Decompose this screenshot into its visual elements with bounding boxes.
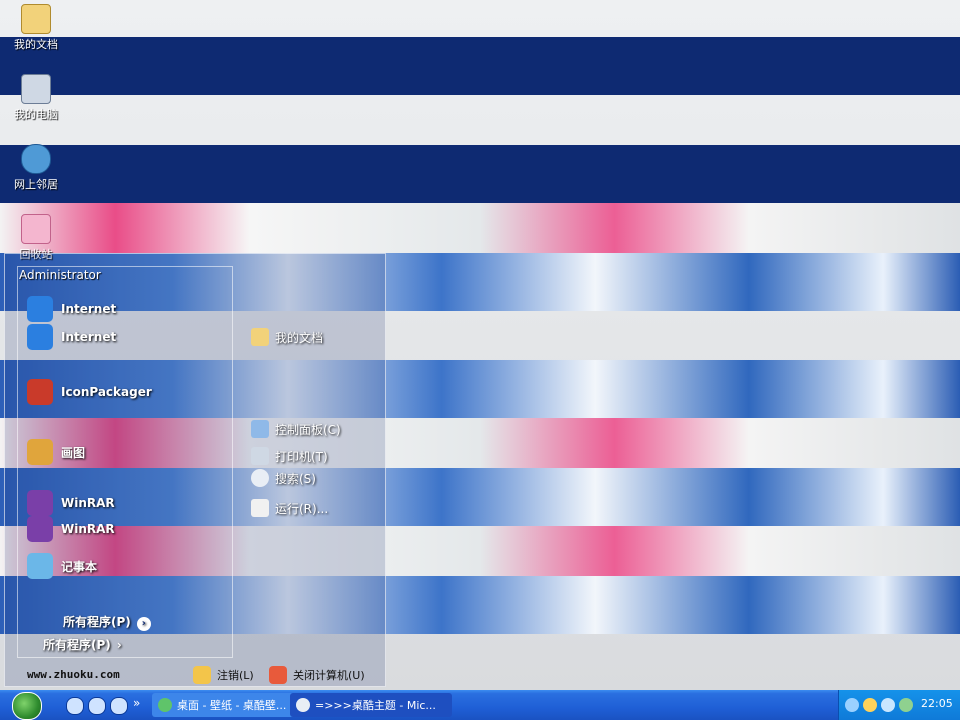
quick-launch-desktop-icon[interactable] [66,697,84,715]
program-label: IconPackager [61,385,152,399]
program-label: WinRAR [61,496,115,510]
recycle-bin-icon [21,214,51,244]
desktop-icon-label: 我的电脑 [14,108,58,121]
computer-icon [21,74,51,104]
shutdown-button[interactable]: 关闭计算机(U) [269,666,365,684]
place-label: 打印机(T) [275,449,328,464]
network-icon [21,144,51,174]
logoff-icon [193,666,211,684]
internet-explorer-icon [27,324,53,350]
place-my-documents[interactable]: 我的文档 [251,326,323,348]
place-control-panel[interactable]: 控制面板(C) [251,418,341,440]
start-menu-user-name: Administrator [19,268,101,282]
ie-icon [296,698,310,712]
paint-icon [27,439,53,465]
desktop-icon-network[interactable]: 网上邻居 [8,144,64,192]
wallpaper-stripe [0,203,960,253]
quick-launch-chevron[interactable]: » [133,696,140,710]
program-internet[interactable]: Internet [27,294,116,324]
wallpaper-stripe [0,145,960,203]
program-iconpackager[interactable]: IconPackager [27,377,152,407]
program-label: Internet [61,330,117,344]
quick-launch-ie-icon[interactable] [88,697,106,715]
ie-icon [158,698,172,712]
notepad-icon [27,553,53,579]
search-icon [251,469,269,487]
all-programs-button[interactable]: 所有程序(P) › [43,636,122,653]
logoff-button[interactable]: 注销(L) [193,666,254,684]
clock[interactable]: 22:05 [921,697,953,710]
place-run[interactable]: 运行(R)... [251,497,328,519]
taskbar-button-label: 桌面 - 壁纸 - 桌酷壁... [177,699,287,712]
program-notepad[interactable]: 记事本 [27,551,97,581]
place-label: 控制面板(C) [275,422,341,437]
start-button[interactable] [12,692,42,720]
desktop-icon-label: 我的文档 [14,38,58,51]
run-icon [251,499,269,517]
system-tray: 22:05 [838,690,960,720]
taskbar-button-label: =>>>桌酷主题 - Mic... [315,699,436,712]
start-menu: Administrator Internet Internet IconPack… [4,253,386,687]
place-label: 我的文档 [275,330,324,345]
program-label: Internet [61,302,117,316]
taskbar-button[interactable]: =>>>桌酷主题 - Mic... [290,693,452,717]
winrar-icon [27,490,53,516]
place-label: 搜索(S) [275,471,316,486]
tray-icon[interactable] [845,698,859,712]
place-label: 运行(R)... [275,501,329,516]
site-url: www.zhuoku.com [27,668,120,681]
tray-icon[interactable] [881,698,895,712]
quick-launch-media-icon[interactable] [110,697,128,715]
all-programs-label: 所有程序(P) [43,638,111,652]
program-winrar[interactable]: WinRAR [27,514,115,544]
iconpackager-icon [27,379,53,405]
place-printers[interactable]: 打印机(T) [251,445,328,467]
all-programs-label: 所有程序(P) [63,615,131,629]
taskbar-button[interactable]: 桌面 - 壁纸 - 桌酷壁... [152,693,298,717]
desktop-icon-my-computer[interactable]: 我的电脑 [8,74,64,122]
winrar-icon [27,516,53,542]
program-paint[interactable]: 画图 [27,437,85,467]
program-label: 画图 [61,445,86,460]
desktop-icon-label: 网上邻居 [14,178,58,191]
wallpaper-stripe [0,37,960,95]
tray-icon[interactable] [863,698,877,712]
program-label: WinRAR [61,522,115,536]
tray-icon[interactable] [899,698,913,712]
internet-explorer-icon [27,296,53,322]
arrow-right-icon: › [116,638,122,652]
folder-icon [251,328,269,346]
arrow-right-icon: › [136,617,151,631]
program-internet[interactable]: Internet [27,322,116,352]
shutdown-label: 关闭计算机(U) [293,669,365,682]
logoff-label: 注销(L) [217,669,254,682]
desktop: 我的文档 我的电脑 网上邻居 回收站 Administrator Interne… [0,0,960,690]
control-panel-icon [251,420,269,438]
all-programs-button[interactable]: 所有程序(P) › [63,613,151,631]
printer-icon [251,447,269,465]
place-search[interactable]: 搜索(S) [251,467,316,489]
taskbar: » 桌面 - 壁纸 - 桌酷壁... =>>>桌酷主题 - Mic... 22:… [0,690,960,720]
folder-icon [21,4,51,34]
power-icon [269,666,287,684]
desktop-icon-my-documents[interactable]: 我的文档 [8,4,64,52]
program-label: 记事本 [61,559,98,574]
